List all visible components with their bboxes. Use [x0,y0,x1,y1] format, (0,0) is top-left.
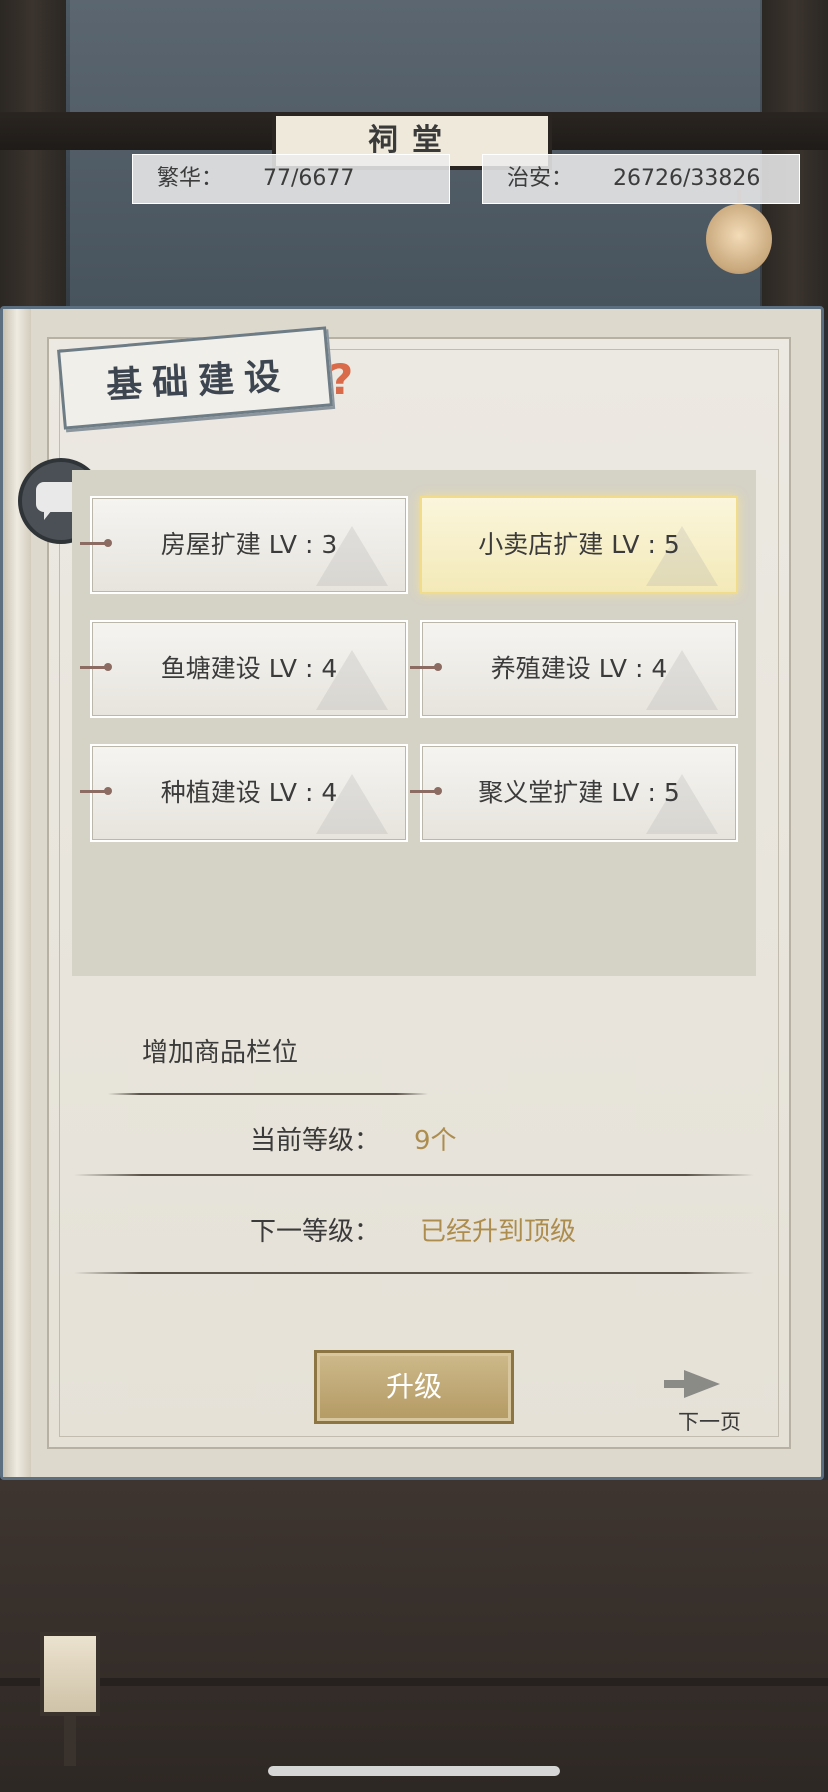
floor-lamp-icon [40,1632,100,1716]
home-indicator[interactable] [268,1766,560,1776]
background-post-left [0,0,66,320]
card-pin-icon [80,787,112,795]
building-card-house[interactable]: 房屋扩建 LV : 3 [80,496,408,594]
building-card-label: 鱼塘建设 LV : 4 [160,654,338,683]
current-level-label: 当前等级： [250,1126,381,1156]
floor-lamp-stand [64,1716,76,1766]
card-pin-icon [80,663,112,671]
arrow-right-icon [684,1370,720,1398]
card-pin-icon [410,663,442,671]
card-pin-icon [410,787,442,795]
prosperity-stat: 繁华： 77/6677 [132,154,450,204]
help-icon[interactable]: ? [326,356,356,404]
card-pin-icon [80,539,112,547]
current-level-value: 9个 [414,1126,457,1156]
building-card-shop[interactable]: 小卖店扩建 LV : 5 [420,496,738,594]
building-card-hall[interactable]: 聚义堂扩建 LV : 5 [410,744,738,842]
effect-heading: 增加商品栏位 [142,1038,299,1068]
building-card-livestock[interactable]: 养殖建设 LV : 4 [410,620,738,718]
heading-divider [108,1093,428,1095]
security-stat: 治安： 26726/33826 [482,154,800,204]
prosperity-value: 77/6677 [263,166,355,191]
panel-title: 基础建设 [105,355,292,407]
upgrade-button[interactable]: 升级 [314,1350,514,1424]
next-level-label: 下一等级： [250,1217,381,1247]
building-card-planting[interactable]: 种植建设 LV : 4 [80,744,408,842]
row-divider [74,1174,754,1176]
building-card-label: 小卖店扩建 LV : 5 [478,530,680,559]
building-card-label: 种植建设 LV : 4 [160,778,338,807]
background-floor [0,1480,828,1792]
next-page-button[interactable]: 下一页 [664,1370,754,1434]
lantern-icon [706,190,772,274]
building-card-label: 养殖建设 LV : 4 [490,654,668,683]
floor-divider [0,1678,828,1686]
next-level-value: 已经升到顶级 [420,1217,577,1247]
next-page-label: 下一页 [678,1410,741,1434]
prosperity-label: 繁华： [157,166,224,191]
building-card-fishpond[interactable]: 鱼塘建设 LV : 4 [80,620,408,718]
row-divider [74,1272,754,1274]
security-label: 治安： [507,166,574,191]
security-value: 26726/33826 [613,166,761,191]
building-card-label: 房屋扩建 LV : 3 [160,530,338,559]
building-card-label: 聚义堂扩建 LV : 5 [478,778,680,807]
